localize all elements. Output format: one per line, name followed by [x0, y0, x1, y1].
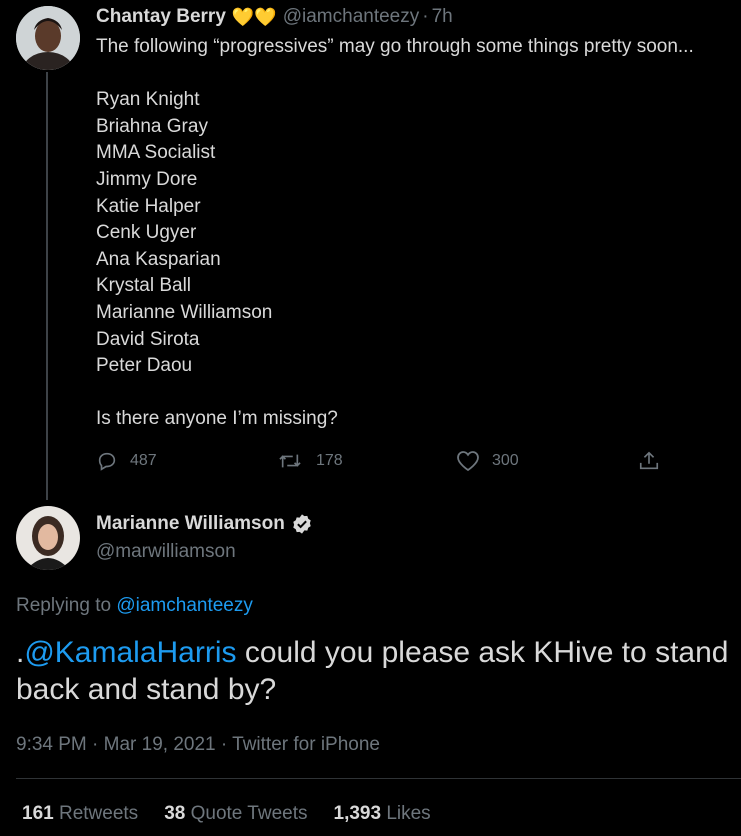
replying-to-label: Replying to — [16, 595, 117, 616]
share-button[interactable] — [638, 450, 660, 477]
retweet-action[interactable]: 178 — [276, 450, 343, 472]
mention-link[interactable]: @KamalaHarris — [24, 636, 236, 669]
parent-author-avatar[interactable] — [16, 6, 80, 70]
like-count: 300 — [492, 452, 519, 469]
parent-intro-text: The following “progressives” may go thro… — [96, 36, 694, 57]
stats-bar: 161 Retweets 38 Quote Tweets 1,393 Likes — [22, 803, 431, 825]
quote-tweets-stat[interactable]: 38 Quote Tweets — [164, 803, 307, 825]
name-list-item: David Sirota — [96, 328, 200, 350]
parent-tweet-body: The following “progressives” may go thro… — [96, 34, 736, 433]
heart-emoji: 💛💛 — [231, 6, 277, 27]
replying-to-link[interactable]: @iamchanteezy — [116, 595, 253, 616]
dot-separator: · — [422, 6, 429, 27]
name-list-item: Marianne Williamson — [96, 301, 273, 323]
name-list-item: Ana Kasparian — [96, 248, 221, 270]
retweets-stat[interactable]: 161 Retweets — [22, 803, 138, 825]
parent-closing-text: Is there anyone I’m missing? — [96, 408, 338, 430]
replying-to-line: Replying to @iamchanteezy — [16, 595, 253, 617]
tweet-meta[interactable]: 9:34 PM · Mar 19, 2021 · Twitter for iPh… — [16, 734, 380, 756]
name-list-item: Katie Halper — [96, 195, 201, 217]
like-action[interactable]: 300 — [456, 450, 519, 472]
main-tweet-text: .@KamalaHarris could you please ask KHiv… — [16, 634, 732, 708]
likes-label: Likes — [386, 803, 431, 824]
name-list-item: Krystal Ball — [96, 275, 192, 297]
reply-count: 487 — [130, 452, 157, 469]
parent-author-name[interactable]: Chantay Berry — [96, 6, 226, 28]
name-list-item: Ryan Knight — [96, 89, 200, 111]
stats-divider — [16, 778, 741, 779]
main-author-name[interactable]: Marianne Williamson — [96, 513, 285, 535]
like-icon — [457, 451, 479, 472]
retweets-label: Retweets — [58, 803, 139, 824]
name-list-item: Briahna Gray — [96, 115, 208, 137]
name-list-item: Jimmy Dore — [96, 168, 198, 190]
name-list-item: Peter Daou — [96, 355, 193, 377]
name-list-item: Cenk Ugyer — [96, 222, 197, 244]
quotes-count: 38 — [164, 803, 186, 824]
retweet-count: 178 — [316, 452, 343, 469]
reply-icon — [98, 452, 116, 471]
share-icon — [639, 451, 659, 470]
quotes-label: Quote Tweets — [190, 803, 308, 824]
verified-badge-icon — [293, 514, 311, 534]
names-list: Ryan Knight Briahna Gray MMA Socialist Jimm… — [96, 87, 736, 380]
parent-header: Chantay Berry 💛💛 @iamchanteezy · 7h — [96, 6, 453, 28]
reply-action[interactable]: 487 — [96, 450, 157, 472]
main-author-avatar[interactable] — [16, 506, 80, 570]
parent-timestamp[interactable]: 7h — [432, 6, 453, 28]
main-author-handle[interactable]: @marwilliamson — [96, 541, 236, 563]
retweets-count: 161 — [22, 803, 54, 824]
likes-stat[interactable]: 1,393 Likes — [334, 803, 431, 825]
likes-total: 1,393 — [333, 803, 382, 824]
name-list-item: MMA Socialist — [96, 142, 216, 164]
parent-author-handle[interactable]: @iamchanteezy — [283, 6, 420, 28]
thread-connector-line — [46, 72, 48, 500]
retweet-icon — [279, 454, 301, 468]
main-header: Marianne Williamson — [96, 513, 313, 535]
